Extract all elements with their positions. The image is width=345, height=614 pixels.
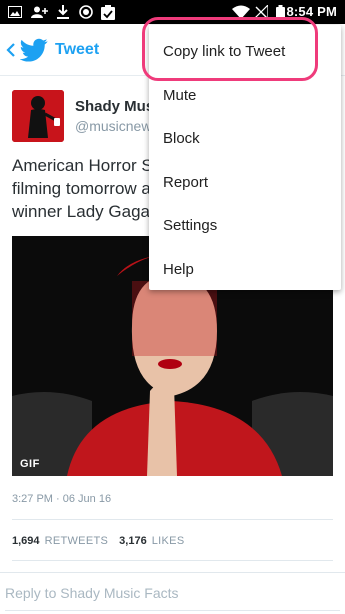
reply-input[interactable]: Reply to Shady Music Facts	[5, 585, 179, 601]
add-person-icon	[31, 4, 49, 20]
twitter-bird-icon[interactable]	[19, 36, 48, 64]
page-title: Tweet	[55, 41, 100, 58]
retweets-count[interactable]: 1,694	[12, 535, 40, 547]
tweet-stats: 1,694 RETWEETS 3,176 LIKES	[12, 535, 192, 547]
menu-item-block[interactable]: Block	[149, 116, 341, 160]
avatar[interactable]	[12, 90, 64, 142]
reply-bar: Reply to Shady Music Facts	[0, 572, 345, 614]
menu-item-mute[interactable]: Mute	[149, 73, 341, 117]
divider	[12, 560, 333, 561]
likes-label[interactable]: LIKES	[152, 535, 185, 547]
status-time: 8:54 PM	[286, 4, 337, 19]
clipboard-check-icon	[101, 4, 115, 20]
menu-item-copy-link[interactable]: Copy link to Tweet	[149, 29, 341, 73]
retweets-label[interactable]: RETWEETS	[45, 535, 109, 547]
chevron-left-icon[interactable]	[2, 36, 20, 64]
likes-count[interactable]: 3,176	[119, 535, 147, 547]
status-bar: 8:54 PM	[0, 0, 345, 24]
download-icon	[57, 4, 69, 20]
record-icon	[79, 4, 93, 20]
battery-icon	[276, 4, 285, 20]
divider	[12, 519, 333, 520]
gif-badge: GIF	[20, 458, 40, 470]
image-icon	[8, 4, 22, 20]
author-name[interactable]: Shady Mus	[75, 98, 154, 115]
menu-item-report[interactable]: Report	[149, 160, 341, 204]
reply-underline	[5, 610, 340, 611]
no-signal-icon	[254, 4, 268, 20]
author-handle[interactable]: @musicnew	[75, 118, 151, 134]
wifi-icon	[232, 4, 250, 20]
overflow-menu: Copy link to Tweet Mute Block Report Set…	[149, 25, 341, 290]
menu-item-settings[interactable]: Settings	[149, 203, 341, 247]
menu-item-help[interactable]: Help	[149, 247, 341, 291]
tweet-timestamp: 3:27 PM · 06 Jun 16	[12, 493, 112, 505]
